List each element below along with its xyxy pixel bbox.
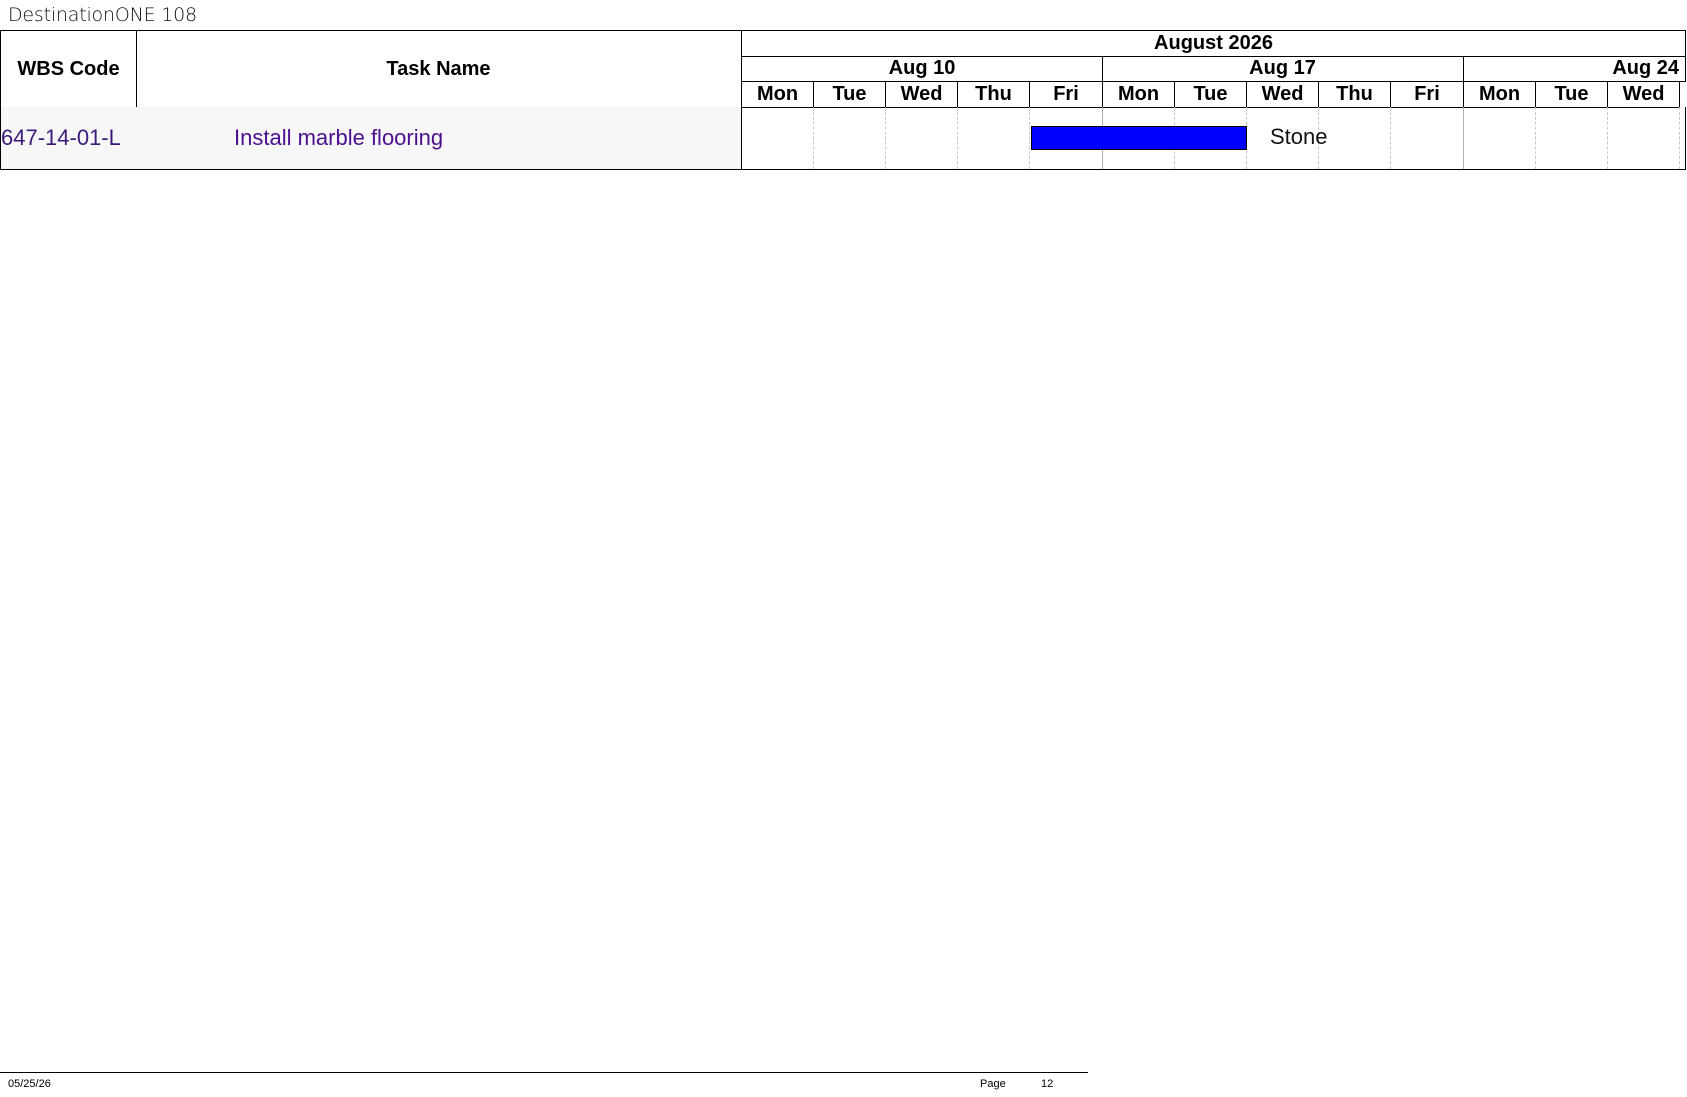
day-grid-column <box>1608 107 1680 169</box>
week-header-aug-24: Aug 24 <box>1463 56 1686 82</box>
footer-print-date: 05/25/26 <box>8 1078 51 1090</box>
task-wbs-code[interactable]: 647-14-01-L <box>0 107 137 170</box>
grid-bottom-border <box>741 169 1686 170</box>
gantt-table: WBS Code Task Name August 2026 Aug 10 Au… <box>0 30 1686 170</box>
footer-page-number: 12 <box>1041 1078 1054 1090</box>
wbs-code-header[interactable]: WBS Code <box>0 30 137 108</box>
footer-divider <box>0 1072 1088 1073</box>
day-grid-column <box>1391 107 1464 169</box>
day-grid-column <box>958 107 1030 169</box>
day-header: Tue <box>1536 81 1608 108</box>
day-header: Mon <box>1464 81 1536 108</box>
footer-page-label: Page <box>980 1078 1006 1090</box>
task-name[interactable]: Install marble flooring <box>136 107 742 170</box>
day-grid-column <box>1536 107 1608 169</box>
day-header: Mon <box>741 81 814 108</box>
day-header: Thu <box>958 81 1030 108</box>
day-header: Wed <box>1247 81 1319 108</box>
day-grid-column <box>814 107 886 169</box>
document-title: DestinationONE 108 <box>8 4 197 26</box>
day-header: Wed <box>886 81 958 108</box>
day-grid-column <box>1319 107 1391 169</box>
day-grid-column <box>1464 107 1536 169</box>
day-header: Fri <box>1391 81 1464 108</box>
day-header: Tue <box>814 81 886 108</box>
day-header: Fri <box>1030 81 1103 108</box>
day-header: Mon <box>1103 81 1175 108</box>
day-header: Thu <box>1319 81 1391 108</box>
grid-right-border <box>1685 107 1686 170</box>
task-gantt-bar[interactable] <box>1031 126 1247 150</box>
day-grid-column <box>886 107 958 169</box>
day-header: Wed <box>1608 81 1680 108</box>
day-grid-column <box>741 107 814 169</box>
task-resource-label: Stone <box>1270 124 1328 149</box>
week-header-aug-17: Aug 17 <box>1102 56 1464 82</box>
timeline-month-header: August 2026 <box>741 30 1686 57</box>
task-name-header[interactable]: Task Name <box>136 30 742 108</box>
day-header: Tue <box>1175 81 1247 108</box>
week-header-aug-10: Aug 10 <box>741 56 1103 82</box>
